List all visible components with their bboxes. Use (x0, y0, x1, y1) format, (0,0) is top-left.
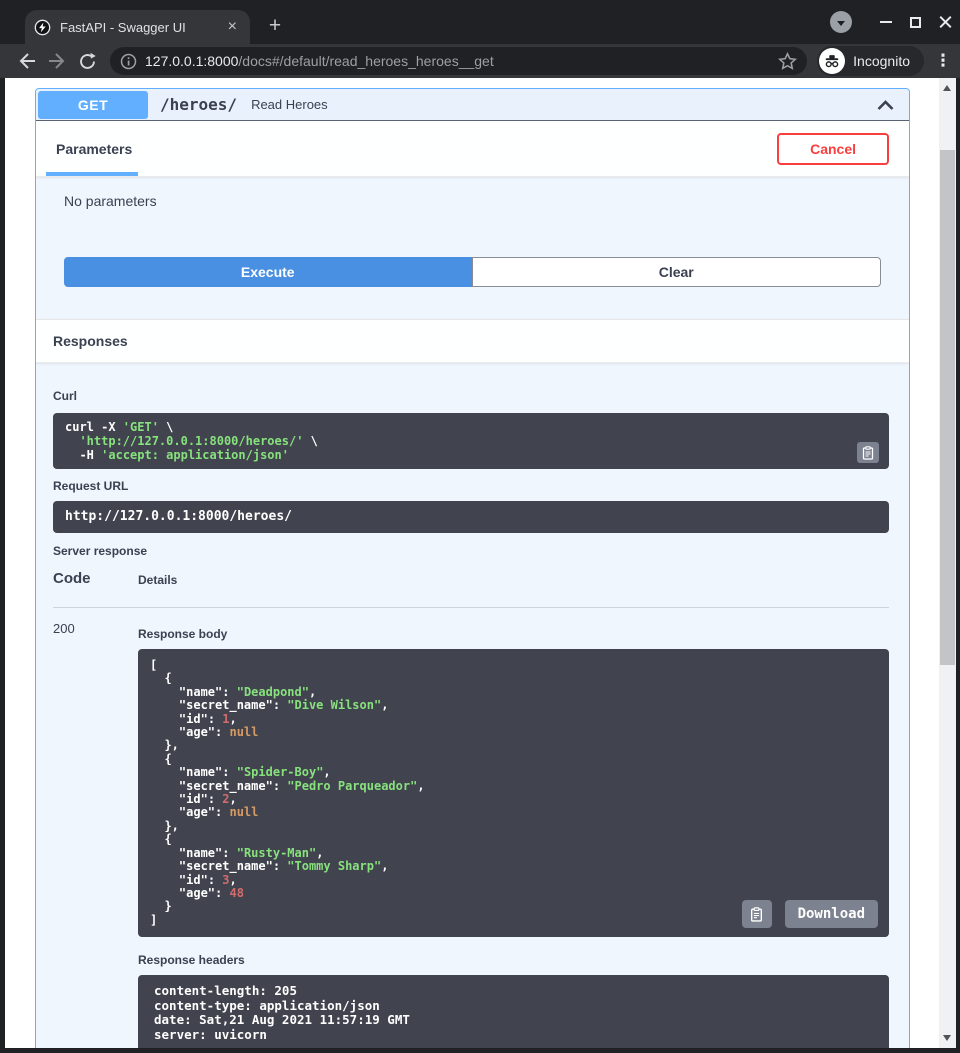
minimize-button[interactable] (880, 21, 892, 23)
url-text: 127.0.0.1:8000/docs#/default/read_heroes… (145, 53, 778, 69)
chevron-down-icon (837, 21, 845, 26)
active-tab-underline (46, 172, 138, 176)
responses-header: Responses (36, 319, 909, 363)
fastapi-favicon-icon (34, 19, 51, 36)
execute-row: Execute Clear (64, 257, 881, 287)
cancel-button[interactable]: Cancel (777, 133, 889, 165)
opblock-get-heroes: GET /heroes/ Read Heroes Parameters Canc… (35, 88, 910, 1048)
url-path: /docs#/default/read_heroes_heroes__get (238, 53, 493, 69)
url-host: 127.0.0.1:8000 (145, 53, 238, 69)
response-body-block: [ { "name": "Deadpond", "secret_name": "… (138, 649, 889, 937)
execute-button[interactable]: Execute (64, 257, 472, 287)
response-row: 200 Response body [ { "name": "Deadpond"… (53, 621, 889, 1048)
page-content: GET /heroes/ Read Heroes Parameters Canc… (5, 78, 956, 1048)
http-method-badge: GET (38, 91, 148, 119)
responses-title: Responses (53, 333, 128, 349)
response-headers-label: Response headers (138, 953, 889, 967)
response-body-label: Response body (138, 627, 889, 641)
titlebar: FastAPI - Swagger UI × + (0, 0, 960, 44)
scroll-down-icon[interactable] (943, 1035, 951, 1041)
browser-tab[interactable]: FastAPI - Swagger UI × (25, 10, 250, 44)
response-headers-block: content-length: 205content-type: applica… (138, 975, 889, 1048)
incognito-icon (819, 48, 845, 74)
curl-command-block: curl -X 'GET' \ 'http://127.0.0.1:8000/h… (53, 413, 889, 469)
server-response-label: Server response (53, 544, 889, 558)
tab-title: FastAPI - Swagger UI (60, 20, 225, 35)
parameters-tab[interactable]: Parameters (56, 141, 132, 157)
close-window-button[interactable] (939, 16, 952, 29)
endpoint-path: /heroes/ (160, 95, 237, 114)
curl-label: Curl (53, 389, 889, 403)
page-scrollbar[interactable] (939, 78, 956, 1048)
opblock-summary[interactable]: GET /heroes/ Read Heroes (36, 89, 909, 121)
details-column-header: Details (138, 570, 177, 587)
reload-button[interactable] (72, 47, 102, 75)
clear-button[interactable]: Clear (472, 257, 882, 287)
incognito-badge: Incognito (817, 46, 924, 76)
maximize-button[interactable] (910, 17, 921, 28)
url-bar[interactable]: 127.0.0.1:8000/docs#/default/read_heroes… (110, 47, 807, 75)
status-code: 200 (53, 621, 138, 1048)
tab-close-icon[interactable]: × (225, 19, 240, 35)
code-column-header: Code (53, 570, 138, 587)
copy-curl-button[interactable] (857, 442, 879, 463)
new-tab-button[interactable]: + (262, 13, 288, 39)
forward-button[interactable] (42, 47, 72, 75)
request-url-label: Request URL (53, 479, 889, 493)
scroll-up-icon[interactable] (943, 85, 951, 91)
endpoint-summary: Read Heroes (251, 97, 876, 112)
no-parameters-text: No parameters (36, 177, 909, 241)
request-url-block: http://127.0.0.1:8000/heroes/ (53, 501, 889, 533)
scrollbar-thumb[interactable] (940, 150, 955, 665)
parameters-header: Parameters Cancel (36, 121, 909, 177)
responses-body: Curl curl -X 'GET' \ 'http://127.0.0.1:8… (36, 363, 909, 1048)
bookmark-star-icon[interactable] (778, 52, 797, 71)
download-button[interactable]: Download (785, 900, 878, 928)
copy-response-button[interactable] (742, 900, 772, 928)
collapse-chevron-icon[interactable] (876, 99, 895, 111)
response-table-header: Code Details (53, 570, 889, 608)
browser-menu-icon[interactable]: ⋮ (932, 51, 954, 71)
browser-toolbar: 127.0.0.1:8000/docs#/default/read_heroes… (0, 44, 960, 78)
tab-search-button[interactable] (830, 11, 852, 33)
incognito-label: Incognito (853, 53, 910, 69)
site-info-icon[interactable] (120, 53, 137, 70)
browser-window: FastAPI - Swagger UI × + 127.0.0.1:8000/… (0, 0, 960, 1053)
back-button[interactable] (12, 47, 42, 75)
